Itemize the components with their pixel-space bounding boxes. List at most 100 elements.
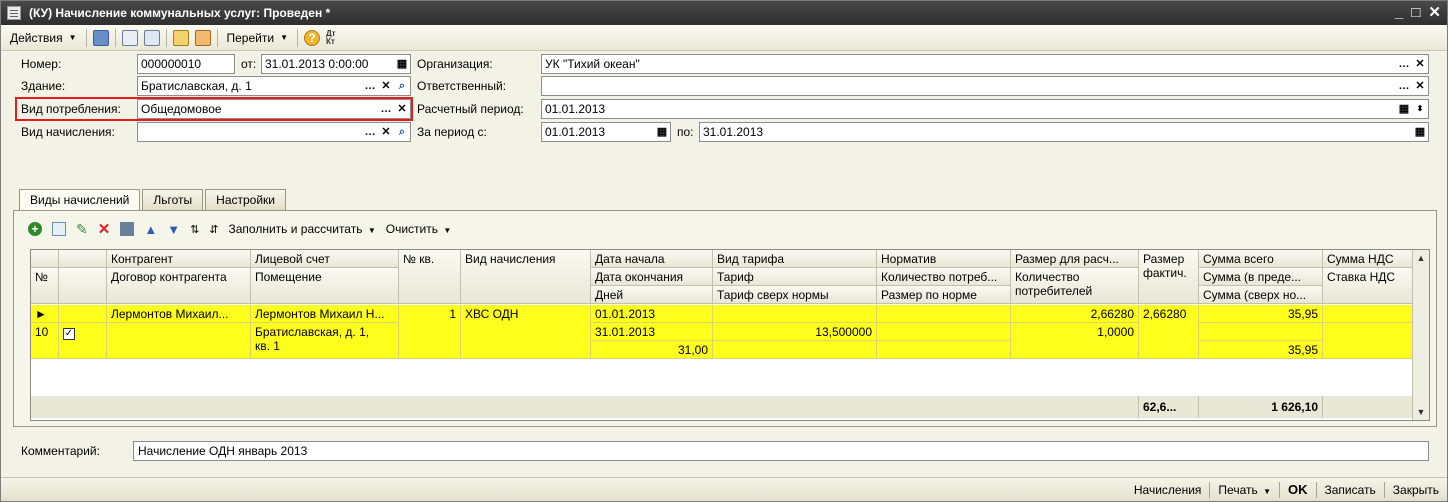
- header-vat-rate[interactable]: Ставка НДС: [1323, 268, 1413, 304]
- header-calc-size[interactable]: Размер для расч...: [1011, 250, 1139, 268]
- header-apt-num[interactable]: № кв.: [399, 250, 461, 304]
- sort-descending-icon[interactable]: ⇵: [209, 223, 218, 236]
- fill-and-calculate-menu[interactable]: Заполнить и рассчитать ▼: [229, 222, 376, 236]
- cell-date-end[interactable]: 31.01.2013: [591, 323, 713, 341]
- header-sum-total[interactable]: Сумма всего: [1199, 250, 1323, 268]
- header-contractor[interactable]: Контрагент: [107, 250, 251, 268]
- dt-kt-icon[interactable]: Дт Кт: [326, 29, 342, 46]
- header-vat-sum[interactable]: Сумма НДС: [1323, 250, 1413, 268]
- refresh-icon[interactable]: [121, 29, 138, 46]
- consumption-type-field[interactable]: Общедомовое … ✕: [137, 99, 411, 119]
- date-field[interactable]: 31.01.2013 0:00:00 ▦: [261, 54, 411, 74]
- building-field[interactable]: Братиславская, д. 1 … ✕ ⌕: [137, 76, 411, 96]
- accruals-button[interactable]: Начисления: [1134, 483, 1202, 497]
- responsible-field[interactable]: … ✕: [541, 76, 1429, 96]
- header-contract[interactable]: Договор контрагента: [107, 268, 251, 304]
- select-building-button[interactable]: …: [362, 77, 378, 95]
- clear-menu[interactable]: Очистить ▼: [386, 222, 452, 236]
- header-accrual-type[interactable]: Вид начисления: [461, 250, 591, 304]
- header-days[interactable]: Дней: [591, 286, 713, 304]
- cell-consumers-qty[interactable]: 1,0000: [1011, 323, 1139, 359]
- header-sum-within[interactable]: Сумма (в преде...: [1199, 268, 1323, 286]
- spin-icon[interactable]: ⬍: [1412, 100, 1428, 118]
- close-window-button[interactable]: ✕: [1428, 1, 1441, 25]
- select-responsible-button[interactable]: …: [1396, 77, 1412, 95]
- cell-tariff-over[interactable]: [713, 341, 877, 359]
- cell-contractor[interactable]: Лермонтов Михаил...: [107, 305, 251, 323]
- header-tariff[interactable]: Тариф: [713, 268, 877, 286]
- tab-settings[interactable]: Настройки: [205, 189, 286, 211]
- move-up-icon[interactable]: ▲: [144, 222, 157, 237]
- cell-apt-num[interactable]: 1: [399, 305, 461, 359]
- cell-days[interactable]: 31,00: [591, 341, 713, 359]
- header-tariff-type[interactable]: Вид тарифа: [713, 250, 877, 268]
- help-icon[interactable]: ?: [303, 29, 320, 46]
- row-pointer-cell[interactable]: ►: [31, 305, 59, 323]
- organization-field[interactable]: УК "Тихий океан" … ✕: [541, 54, 1429, 74]
- cell-sum-total[interactable]: 35,95: [1199, 305, 1323, 323]
- calc-period-field[interactable]: 01.01.2013 ▦ ⬍: [541, 99, 1429, 119]
- cell-size-norm[interactable]: [877, 341, 1011, 359]
- calendar-icon[interactable]: ▦: [654, 123, 670, 141]
- calendar-icon[interactable]: ▦: [394, 55, 410, 73]
- header-sum-over[interactable]: Сумма (сверх но...: [1199, 286, 1323, 304]
- header-consumers-qty[interactable]: Количество потребителей: [1011, 268, 1139, 304]
- post-document-icon[interactable]: [92, 29, 109, 46]
- cell-premises[interactable]: Братиславская, д. 1, кв. 1: [251, 323, 399, 359]
- select-accrual-type-button[interactable]: …: [362, 123, 378, 141]
- header-consumption-qty[interactable]: Количество потреб...: [877, 268, 1011, 286]
- cell-actual-size[interactable]: 2,66280: [1139, 305, 1199, 359]
- clear-building-icon[interactable]: ✕: [378, 77, 394, 95]
- scroll-down-icon[interactable]: ▼: [1413, 404, 1429, 420]
- clear-organization-icon[interactable]: ✕: [1412, 55, 1428, 73]
- ok-button[interactable]: OK: [1288, 482, 1308, 497]
- row-number-cell[interactable]: 10: [31, 323, 59, 359]
- close-button[interactable]: Закрыть: [1393, 483, 1439, 497]
- cell-sum-over[interactable]: 35,95: [1199, 341, 1323, 359]
- tab-benefits[interactable]: Льготы: [142, 189, 204, 211]
- header-tariff-over[interactable]: Тариф сверх нормы: [713, 286, 877, 304]
- cell-consumption-qty[interactable]: [877, 323, 1011, 341]
- copy-row-icon[interactable]: [52, 222, 66, 236]
- header-size-norm[interactable]: Размер по норме: [877, 286, 1011, 304]
- maximize-button[interactable]: □: [1411, 1, 1420, 25]
- cell-vat-rate[interactable]: [1323, 323, 1413, 359]
- actions-menu[interactable]: Действия ▼: [7, 28, 80, 48]
- select-consumption-type-button[interactable]: …: [378, 100, 394, 118]
- calendar-icon[interactable]: ▦: [1396, 100, 1412, 118]
- comment-field[interactable]: Начисление ОДН январь 2013: [133, 441, 1429, 461]
- search-icon[interactable]: ⌕: [394, 123, 410, 141]
- cell-account[interactable]: Лермонтов Михаил Н...: [251, 305, 399, 323]
- clear-accrual-type-icon[interactable]: ✕: [378, 123, 394, 141]
- clear-responsible-icon[interactable]: ✕: [1412, 77, 1428, 95]
- cell-vat-sum[interactable]: [1323, 305, 1413, 323]
- accrual-type-field[interactable]: … ✕ ⌕: [137, 122, 411, 142]
- cell-norm[interactable]: [877, 305, 1011, 323]
- cell-sum-within[interactable]: [1199, 323, 1323, 341]
- period-from-field[interactable]: 01.01.2013 ▦: [541, 122, 671, 142]
- cell-date-start[interactable]: 01.01.2013: [591, 305, 713, 323]
- goto-menu[interactable]: Перейти ▼: [224, 28, 291, 48]
- minimize-button[interactable]: _: [1395, 1, 1403, 25]
- clear-consumption-type-icon[interactable]: ✕: [394, 100, 410, 118]
- structure-icon[interactable]: [194, 29, 211, 46]
- save-button[interactable]: Записать: [1325, 483, 1376, 497]
- move-down-icon[interactable]: ▼: [167, 222, 180, 237]
- copy-document-icon[interactable]: [143, 29, 160, 46]
- header-premises[interactable]: Помещение: [251, 268, 399, 304]
- select-organization-button[interactable]: …: [1396, 55, 1412, 73]
- table-cell[interactable]: [59, 305, 107, 323]
- sort-ascending-icon[interactable]: ⇅: [190, 223, 199, 236]
- cell-contract[interactable]: [107, 323, 251, 359]
- header-date-start[interactable]: Дата начала: [591, 250, 713, 268]
- end-edit-icon[interactable]: [120, 222, 135, 236]
- header-actual-size[interactable]: Размер фактич.: [1139, 250, 1199, 304]
- cell-tariff[interactable]: 13,500000: [713, 323, 877, 341]
- edit-row-icon[interactable]: ✎: [76, 221, 88, 238]
- delete-row-icon[interactable]: ✕: [98, 220, 111, 238]
- tab-accrual-types[interactable]: Виды начислений: [19, 189, 141, 212]
- print-menu[interactable]: Печать ▼: [1218, 483, 1271, 497]
- add-row-icon[interactable]: +: [28, 222, 42, 236]
- header-norm[interactable]: Норматив: [877, 250, 1011, 268]
- vertical-scrollbar[interactable]: ▲ ▼: [1412, 250, 1429, 420]
